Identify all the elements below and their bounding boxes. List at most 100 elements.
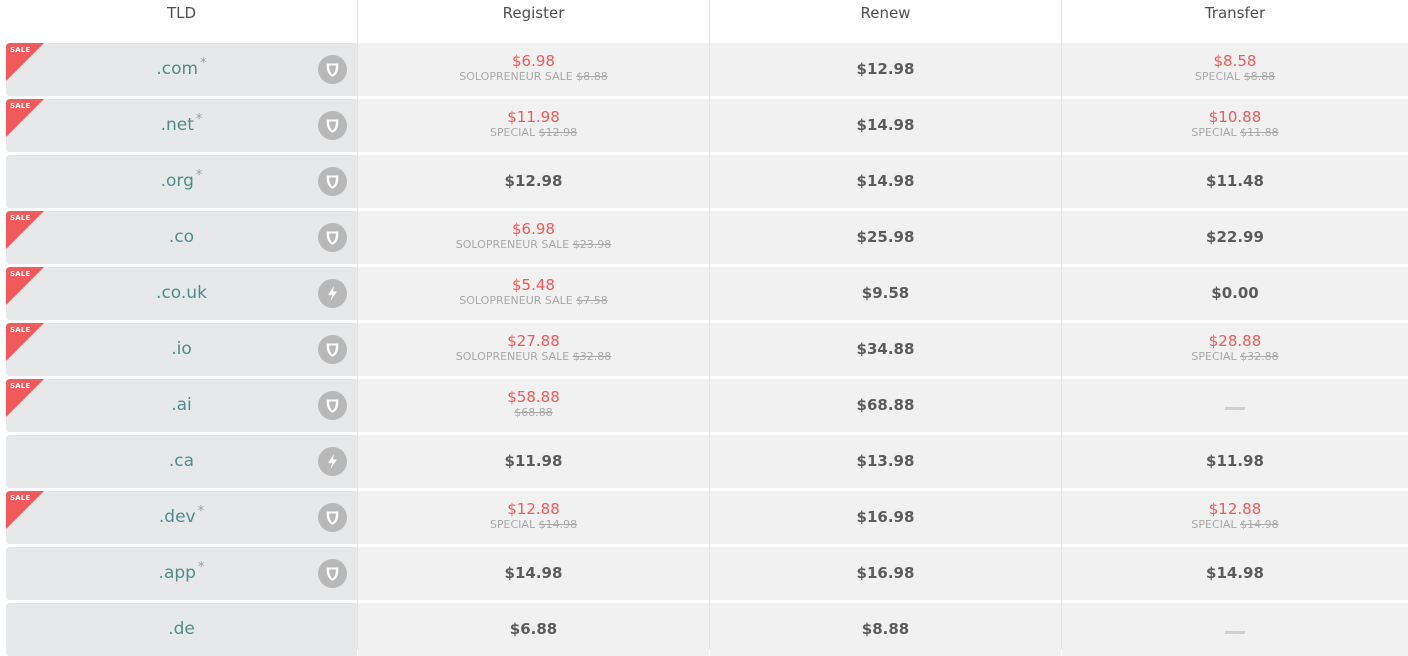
shield-icon[interactable] bbox=[318, 559, 347, 588]
lightning-icon[interactable] bbox=[318, 279, 347, 308]
register-price-group: $58.88 $68.88 bbox=[358, 379, 709, 420]
table-row[interactable]: SALE .io $27.88 SOLOPRENEUR SALE $32.88 $34.… bbox=[0, 323, 1408, 376]
transfer-cell bbox=[1062, 379, 1408, 432]
transfer-cell bbox=[1062, 603, 1408, 656]
transfer-cell: $12.88 SPECIAL $14.98 bbox=[1062, 491, 1408, 544]
shield-icon[interactable] bbox=[318, 223, 347, 252]
transfer-unavailable bbox=[1062, 379, 1408, 432]
shield-icon[interactable] bbox=[318, 335, 347, 364]
table-row[interactable]: .app * $14.98 $16.98 $14.98 bbox=[0, 547, 1408, 600]
table-row[interactable]: SALE .dev * $12.88 SPECIAL $14.98 $16.98 $12.8… bbox=[0, 491, 1408, 544]
tld-name: .app * bbox=[6, 547, 357, 600]
tld-label: .co.uk bbox=[156, 283, 207, 303]
promo-label: SPECIAL bbox=[489, 126, 536, 139]
renew-cell: $14.98 bbox=[710, 155, 1061, 208]
tld-cell: SALE .io bbox=[6, 323, 357, 376]
renew-cell: $8.88 bbox=[710, 603, 1061, 656]
promo-label: SOLOPRENEUR SALE bbox=[459, 70, 573, 83]
transfer-cell: $11.48 bbox=[1062, 155, 1408, 208]
transfer-price-group: $8.58 SPECIAL $8.88 bbox=[1062, 43, 1408, 84]
lightning-icon[interactable] bbox=[318, 447, 347, 476]
transfer-cell: $28.88 SPECIAL $32.88 bbox=[1062, 323, 1408, 376]
transfer-promo-note: SPECIAL $8.88 bbox=[1062, 70, 1408, 83]
renew-price: $14.98 bbox=[856, 116, 915, 134]
table-row[interactable]: SALE .com * $6.98 SOLOPRENEUR SALE $8.88 $12.… bbox=[0, 43, 1408, 96]
transfer-cell: $22.99 bbox=[1062, 211, 1408, 264]
renew-price: $9.58 bbox=[861, 284, 910, 302]
register-price: $6.88 bbox=[509, 620, 558, 638]
transfer-sale-price: $12.88 bbox=[1208, 500, 1262, 518]
tld-cell: SALE .net * bbox=[6, 99, 357, 152]
renew-price: $16.98 bbox=[856, 508, 915, 526]
renew-cell: $13.98 bbox=[710, 435, 1061, 488]
table-row[interactable]: .org * $12.98 $14.98 $11.48 bbox=[0, 155, 1408, 208]
tld-name: .io bbox=[6, 323, 357, 376]
transfer-unavailable bbox=[1062, 603, 1408, 656]
transfer-promo-note: SPECIAL $11.88 bbox=[1062, 126, 1408, 139]
register-price-group: $6.98 SOLOPRENEUR SALE $8.88 bbox=[358, 43, 709, 84]
renew-price: $14.98 bbox=[856, 172, 915, 190]
original-price: $7.58 bbox=[576, 294, 608, 307]
shield-icon[interactable] bbox=[318, 55, 347, 84]
asterisk-note: * bbox=[200, 56, 207, 71]
transfer-price: $14.98 bbox=[1206, 564, 1264, 582]
table-row[interactable]: .ca $11.98 $13.98 $11.98 bbox=[0, 435, 1408, 488]
header-renew: Renew bbox=[860, 4, 911, 22]
renew-price: $16.98 bbox=[856, 564, 915, 582]
tld-label: .app bbox=[158, 563, 196, 583]
asterisk-note: * bbox=[197, 504, 205, 519]
register-price-group: $5.48 SOLOPRENEUR SALE $7.58 bbox=[358, 267, 709, 308]
renew-cell: $25.98 bbox=[710, 211, 1061, 264]
tld-name: .co bbox=[6, 211, 357, 264]
asterisk-note: * bbox=[195, 168, 203, 183]
promo-label: SPECIAL bbox=[1194, 70, 1241, 83]
header-register: Register bbox=[502, 4, 565, 22]
register-cell: $58.88 $68.88 bbox=[358, 379, 709, 432]
tld-label: .dev bbox=[158, 507, 196, 527]
renew-price: $25.98 bbox=[856, 228, 915, 246]
register-price: $12.98 bbox=[504, 172, 563, 190]
tld-cell: SALE .co.uk bbox=[6, 267, 357, 320]
tld-name: .ca bbox=[6, 435, 357, 488]
register-price-group: $11.98 SPECIAL $12.98 bbox=[358, 99, 709, 140]
tld-cell: SALE .dev * bbox=[6, 491, 357, 544]
transfer-cell: $8.58 SPECIAL $8.88 bbox=[1062, 43, 1408, 96]
transfer-cell: $0.00 bbox=[1062, 267, 1408, 320]
tld-label: .de bbox=[168, 619, 195, 639]
tld-label: .ai bbox=[171, 395, 192, 415]
table-row[interactable]: SALE .net * $11.98 SPECIAL $12.98 $14.98 $10.8… bbox=[0, 99, 1408, 152]
promo-label: SOLOPRENEUR SALE bbox=[455, 350, 570, 363]
renew-cell: $12.98 bbox=[710, 43, 1061, 96]
tld-cell: SALE .co bbox=[6, 211, 357, 264]
register-cell: $12.88 SPECIAL $14.98 bbox=[358, 491, 709, 544]
shield-icon[interactable] bbox=[318, 167, 347, 196]
register-cell: $5.48 SOLOPRENEUR SALE $7.58 bbox=[358, 267, 709, 320]
tld-label: .co bbox=[168, 227, 195, 247]
tld-cell: .de bbox=[6, 603, 357, 656]
renew-cell: $34.88 bbox=[710, 323, 1061, 376]
dash-icon bbox=[1225, 407, 1245, 410]
tld-label: .com bbox=[156, 59, 199, 79]
shield-icon[interactable] bbox=[318, 111, 347, 140]
register-cell: $12.98 bbox=[358, 155, 709, 208]
asterisk-note: * bbox=[197, 560, 205, 575]
transfer-cell: $14.98 bbox=[1062, 547, 1408, 600]
renew-cell: $16.98 bbox=[710, 491, 1061, 544]
table-row[interactable]: .de $6.88 $8.88 bbox=[0, 603, 1408, 656]
table-row[interactable]: SALE .ai $58.88 $68.88 $68.88 bbox=[0, 379, 1408, 432]
renew-cell: $68.88 bbox=[710, 379, 1061, 432]
register-cell: $14.98 bbox=[358, 547, 709, 600]
tld-name: .ai bbox=[6, 379, 357, 432]
promo-label: SPECIAL bbox=[1191, 126, 1237, 139]
register-price: $14.98 bbox=[504, 564, 563, 582]
tld-name: .de bbox=[6, 603, 357, 656]
tld-name: .net * bbox=[6, 99, 357, 152]
register-sale-price: $6.98 bbox=[512, 52, 555, 70]
shield-icon[interactable] bbox=[318, 391, 347, 420]
renew-price: $34.88 bbox=[856, 340, 915, 358]
tld-name: .org * bbox=[6, 155, 357, 208]
table-row[interactable]: SALE .co.uk $5.48 SOLOPRENEUR SALE $7.58 $9.… bbox=[0, 267, 1408, 320]
shield-icon[interactable] bbox=[318, 503, 347, 532]
table-row[interactable]: SALE .co $6.98 SOLOPRENEUR SALE $23.98 $25.9… bbox=[0, 211, 1408, 264]
register-promo-note: $68.88 bbox=[358, 406, 709, 419]
